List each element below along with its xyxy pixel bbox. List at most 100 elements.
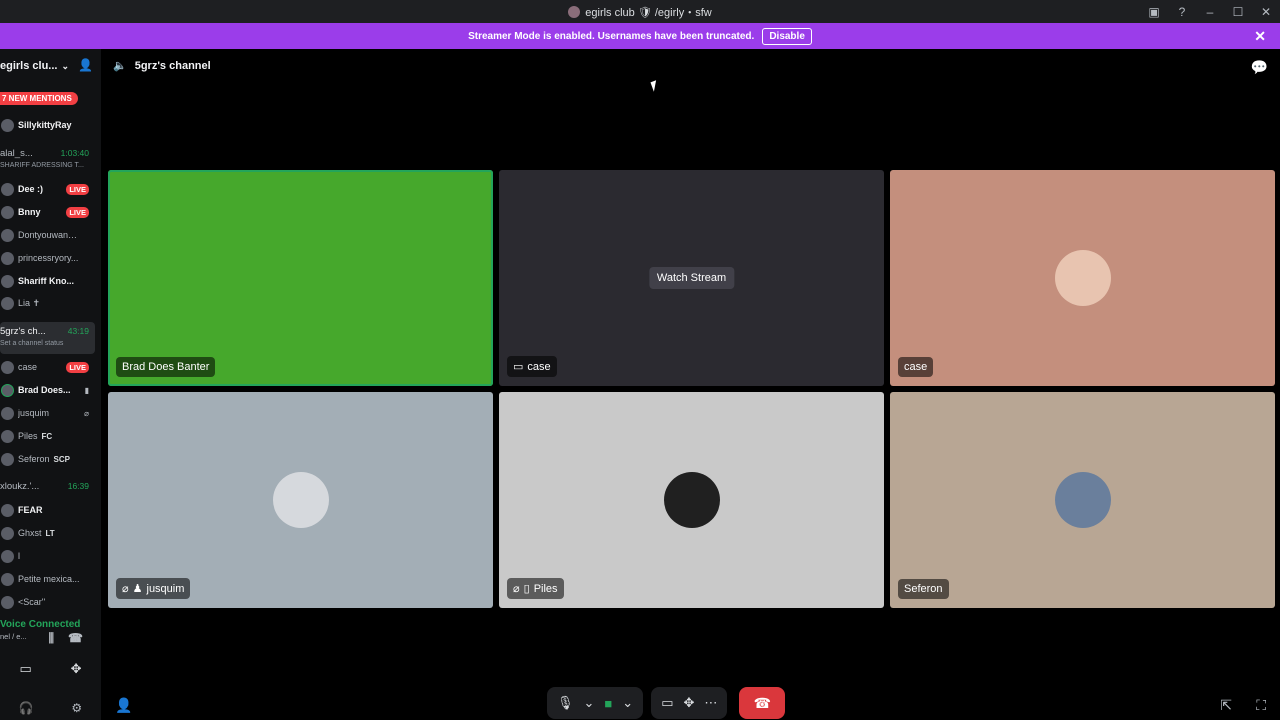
fullscreen-icon[interactable]: ⛶ [1256, 697, 1266, 714]
live-badge: LIVE [66, 361, 89, 373]
channel-title: 5grz's channel [134, 59, 211, 72]
server-header[interactable]: egirls clu... ⌄ 👤 [0, 49, 101, 83]
avatar [1, 228, 14, 242]
avatar [1, 406, 14, 420]
tile-label: Seferon [898, 579, 949, 599]
popout-icon[interactable]: ⇱ [1220, 697, 1232, 714]
channel-time: 43:19 [67, 326, 89, 336]
video-tile[interactable]: ⌀ ▯ Piles [499, 392, 884, 608]
voice-member[interactable]: l [0, 546, 95, 566]
avatar [1054, 472, 1111, 528]
voice-member[interactable]: jusquim ⌀ [0, 403, 95, 423]
server-name: egirls clu... [0, 60, 58, 72]
window-title: egirls club 🛡 /egirly・sfw [568, 4, 712, 20]
camera-icon[interactable]: ■ [604, 696, 612, 711]
voice-member[interactable]: Brad Does... ▮ [0, 380, 95, 400]
voice-channel[interactable]: xloukz.'... 16:39 [0, 481, 95, 497]
sidebar-member[interactable]: Dee :) LIVE [0, 179, 95, 199]
disconnect-button[interactable]: ☎ [739, 687, 786, 719]
voice-signal-icon[interactable]: ⫼ [49, 631, 55, 646]
avatar [1, 118, 14, 132]
tile-label: ▭ case [507, 356, 557, 377]
voice-connection-panel: Voice Connected nel / e... ⫼ ☎ [0, 619, 101, 657]
inbox-icon[interactable]: ▣ [1140, 5, 1168, 19]
help-icon[interactable]: ? [1168, 5, 1196, 19]
video-tile[interactable]: ⌀ ♟ jusquim [108, 392, 493, 608]
voice-member[interactable]: Petite mexica... [0, 569, 95, 589]
voice-member[interactable]: Seferon SCP [0, 449, 95, 469]
voice-channel[interactable]: alal_s... 1:03:40 SHARIFF ADRESSING T... [0, 148, 95, 176]
voice-member[interactable]: Piles FC [0, 426, 95, 446]
new-mentions-pill[interactable]: 7 NEW MENTIONS [0, 92, 78, 105]
more-options-icon[interactable]: ⋯ [704, 695, 717, 711]
avatar [1, 360, 14, 374]
video-tile[interactable]: case [890, 170, 1275, 386]
sidebar-member[interactable]: Dontyouwann... [0, 225, 95, 245]
chevron-down-icon: ⌄ [61, 60, 70, 71]
voice-member[interactable]: Ghxst LT [0, 523, 95, 543]
channel-time: 1:03:40 [60, 148, 89, 158]
chevron-down-icon[interactable]: ⌄ [622, 695, 633, 711]
voice-member[interactable]: case LIVE [0, 357, 95, 377]
muted-icon: ⌀ [513, 583, 520, 595]
settings-gear-icon[interactable]: ⚙ [71, 701, 82, 715]
member-tag: SCP [53, 454, 70, 464]
sidebar-member[interactable]: Bnny LIVE [0, 202, 95, 222]
chat-icon[interactable]: 💬 [1251, 59, 1268, 76]
headphones-icon[interactable]: 🎧 [19, 701, 34, 715]
activity-buttons: ▭ ✥ [0, 661, 101, 685]
avatar [1, 503, 14, 517]
video-tile[interactable]: Seferon [890, 392, 1275, 608]
avatar [1, 296, 14, 310]
channel-sidebar: egirls clu... ⌄ 👤 7 NEW MENTIONS Sillyki… [0, 49, 101, 720]
user-panel: 🎧 ⚙ [0, 695, 101, 720]
voice-connected-label: Voice Connected [0, 619, 81, 630]
sidebar-member[interactable]: Lia ✝ [0, 293, 95, 313]
speaker-icon: 🔈 [113, 60, 127, 72]
channel-status[interactable]: Set a channel status [0, 340, 95, 347]
muted-icon: ⌀ [84, 408, 89, 418]
voice-channel-active[interactable]: 5grz's ch... 43:19 Set a channel status [0, 322, 95, 354]
watch-stream-button[interactable]: Watch Stream [648, 267, 735, 289]
avatar [1, 182, 14, 196]
live-badge: LIVE [66, 183, 89, 195]
close-button[interactable]: ✕ [1252, 5, 1280, 19]
stream-tile[interactable]: Watch Stream ▭ case [499, 170, 884, 386]
activities-icon[interactable]: ✥ [71, 661, 82, 685]
banner-text: Streamer Mode is enabled. Usernames have… [468, 30, 755, 42]
avatar [1, 274, 14, 288]
sidebar-member[interactable]: princessryory... [0, 248, 95, 268]
avatar [1, 526, 14, 540]
add-user-icon[interactable]: 👤 [78, 58, 93, 72]
mobile-icon: ▯ [523, 583, 530, 595]
window-controls: ▣ ? – ☐ ✕ [1140, 0, 1280, 23]
close-banner-icon[interactable]: ✕ [1254, 28, 1266, 45]
mouse-cursor-icon [650, 80, 660, 92]
invite-icon[interactable]: 👤 [115, 697, 132, 714]
voice-member[interactable]: FEAR [0, 500, 95, 520]
sidebar-member[interactable]: Shariff Kno... [0, 271, 95, 291]
maximize-button[interactable]: ☐ [1224, 5, 1252, 19]
share-screen-icon[interactable]: ▭ [19, 661, 31, 685]
video-tile[interactable]: Brad Does Banter [108, 170, 493, 386]
share-screen-icon[interactable]: ▭ [661, 695, 673, 711]
tile-label: ⌀ ▯ Piles [507, 578, 564, 599]
hangup-icon: ☎ [753, 694, 772, 711]
server-icon [568, 5, 581, 18]
tile-label: ⌀ ♟ jusquim [116, 578, 191, 599]
microphone-icon[interactable]: 🎙 [557, 695, 574, 711]
sidebar-member[interactable]: SillykittyRay [0, 115, 95, 135]
disable-streamer-mode-button[interactable]: Disable [762, 27, 812, 45]
avatar [1054, 250, 1111, 306]
chevron-down-icon[interactable]: ⌄ [584, 695, 595, 711]
disconnect-icon[interactable]: ☎ [68, 631, 83, 646]
window-titlebar: egirls club 🛡 /egirly・sfw ▣ ? – ☐ ✕ [0, 0, 1280, 23]
call-controls: 🎙 ⌄ ■ ⌄ ▭ ✥ ⋯ ☎ [547, 687, 786, 719]
channel-header: 🔈 5grz's channel [113, 59, 211, 73]
voice-call-area: 🔈 5grz's channel 💬 Brad Does Banter Watc… [101, 49, 1280, 720]
avatar [1, 452, 14, 466]
screen-share-icon: ▭ [513, 361, 524, 373]
activities-icon[interactable]: ✥ [683, 695, 694, 711]
minimize-button[interactable]: – [1196, 5, 1224, 19]
voice-member[interactable]: <Scar'' [0, 592, 95, 612]
